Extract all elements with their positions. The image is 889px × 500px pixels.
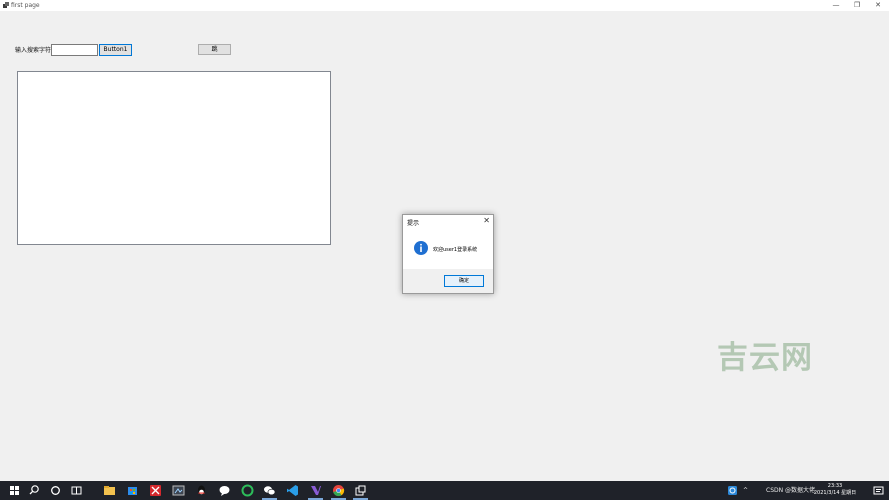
message-box-text: 欢迎user1登录系统 bbox=[433, 247, 478, 253]
task-view-icon[interactable] bbox=[69, 483, 84, 498]
app-window-icon[interactable] bbox=[353, 483, 368, 498]
circular-app-icon[interactable] bbox=[240, 483, 255, 498]
store-icon[interactable] bbox=[125, 483, 140, 498]
ok-button[interactable]: 确定 bbox=[444, 275, 484, 287]
search-icon[interactable] bbox=[27, 483, 42, 498]
vscode-icon[interactable] bbox=[285, 483, 300, 498]
visual-studio-icon[interactable] bbox=[308, 483, 323, 498]
start-icon[interactable] bbox=[7, 483, 22, 498]
search-input[interactable] bbox=[51, 44, 98, 56]
wechat-icon[interactable] bbox=[262, 483, 277, 498]
minimize-button[interactable]: — bbox=[825, 0, 847, 11]
message-box-title: 提示 bbox=[407, 220, 420, 227]
close-button[interactable]: ✕ bbox=[867, 0, 889, 11]
clock-date: 2021/3/14 星期日 bbox=[813, 490, 857, 496]
file-explorer-icon[interactable] bbox=[102, 483, 117, 498]
search-label: 输入搜索字符 bbox=[15, 47, 52, 54]
tray-status-text: CSDN @数据大佬 bbox=[766, 487, 816, 494]
window-title: first page bbox=[11, 2, 40, 9]
clock[interactable]: 23:33 2021/3/14 星期日 bbox=[810, 483, 860, 497]
tray-app-icon[interactable] bbox=[725, 483, 740, 498]
message-box: 提示 ✕ 欢迎user1登录系统 确定 bbox=[402, 214, 494, 294]
message-box-close-button[interactable]: ✕ bbox=[483, 216, 490, 225]
snip-tool-icon[interactable] bbox=[171, 483, 186, 498]
title-bar: first page — ❐ ✕ bbox=[0, 0, 889, 11]
qq-icon[interactable] bbox=[194, 483, 209, 498]
restore-button[interactable]: ❐ bbox=[846, 0, 868, 11]
results-textbox[interactable] bbox=[17, 71, 331, 245]
xmind-icon[interactable] bbox=[148, 483, 163, 498]
jump-button[interactable]: 跳 bbox=[198, 44, 231, 55]
button1[interactable]: Button1 bbox=[99, 44, 132, 56]
clock-time: 23:33 bbox=[827, 483, 843, 489]
chat-bubble-icon[interactable] bbox=[217, 483, 232, 498]
app-icon bbox=[3, 2, 9, 8]
message-box-footer: 确定 bbox=[403, 269, 493, 293]
chevron-up-icon[interactable]: ^ bbox=[743, 481, 748, 500]
taskbar: ^ CSDN @数据大佬 23:33 2021/3/14 星期日 bbox=[0, 481, 889, 500]
notification-icon[interactable] bbox=[871, 483, 886, 498]
chrome-icon[interactable] bbox=[331, 483, 346, 498]
cortana-icon[interactable] bbox=[48, 483, 63, 498]
info-icon bbox=[414, 241, 428, 255]
watermark: 吉云网 bbox=[717, 340, 813, 376]
